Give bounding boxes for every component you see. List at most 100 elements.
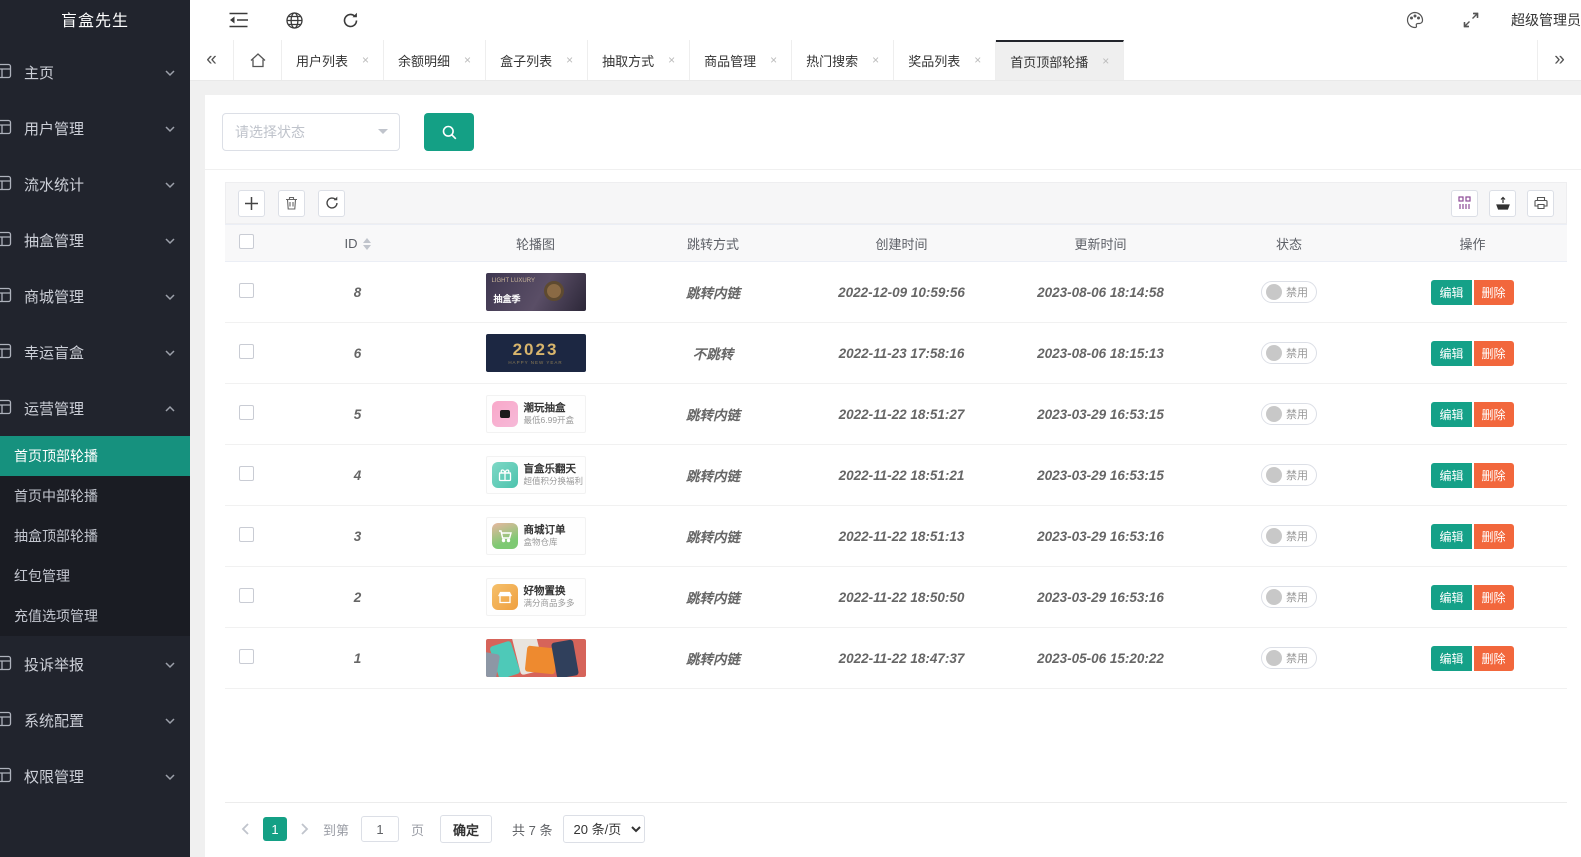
close-icon[interactable]: × [872, 53, 879, 67]
next-page-icon[interactable] [293, 817, 317, 841]
report-icon [0, 655, 14, 673]
collapse-sidebar-icon[interactable] [218, 0, 258, 40]
row-checkbox[interactable] [239, 283, 254, 298]
delete-selected-button[interactable] [278, 190, 305, 217]
edit-button[interactable]: 编辑 [1431, 524, 1471, 549]
fullscreen-icon[interactable] [1451, 0, 1491, 40]
edit-button[interactable]: 编辑 [1431, 402, 1471, 427]
action-buttons: 编辑删除 [1431, 463, 1513, 488]
row-checkbox[interactable] [239, 344, 254, 359]
row-checkbox[interactable] [239, 527, 254, 542]
action-buttons: 编辑删除 [1431, 646, 1513, 671]
created-time-value-cell: 2022-11-22 18:51:27 [802, 384, 1001, 445]
row-checkbox[interactable] [239, 466, 254, 481]
page-number-button[interactable]: 1 [263, 817, 287, 841]
sidebar-subitem[interactable]: 红包管理 [0, 556, 190, 596]
language-globe-icon[interactable] [274, 0, 314, 40]
print-button[interactable] [1527, 190, 1554, 217]
edit-button[interactable]: 编辑 [1431, 341, 1471, 366]
sidebar-subitem[interactable]: 首页中部轮播 [0, 476, 190, 516]
goto-confirm-button[interactable]: 确定 [440, 815, 492, 843]
tab-用户列表[interactable]: 用户列表× [282, 40, 384, 80]
tabs-scroll-right-icon[interactable]: » [1537, 40, 1581, 80]
sidebar-item-7[interactable]: 运营管理 [0, 380, 190, 436]
edit-button[interactable]: 编辑 [1431, 463, 1471, 488]
status-toggle[interactable]: 禁用 [1261, 647, 1317, 669]
delete-button[interactable]: 删除 [1474, 524, 1514, 549]
row-checkbox[interactable] [239, 588, 254, 603]
delete-button[interactable]: 删除 [1474, 585, 1514, 610]
tabbar: « 用户列表×余额明细×盒子列表×抽取方式×商品管理×热门搜索×奖品列表×首页顶… [190, 40, 1581, 81]
sidebar-item-6[interactable]: 幸运盲盒 [0, 324, 190, 380]
delete-button[interactable]: 删除 [1474, 341, 1514, 366]
page-size-select[interactable]: 20 条/页 [563, 815, 645, 843]
sidebar-item-9[interactable]: 系统配置 [0, 692, 190, 748]
sidebar-item-2[interactable]: 用户管理 [0, 100, 190, 156]
sidebar-item-5[interactable]: 商城管理 [0, 268, 190, 324]
sidebar-item-8[interactable]: 投诉举报 [0, 636, 190, 692]
row-checkbox[interactable] [239, 405, 254, 420]
status-toggle[interactable]: 禁用 [1261, 586, 1317, 608]
sidebar-item-1[interactable]: 主页 [0, 44, 190, 100]
sidebar-item-3[interactable]: 流水统计 [0, 156, 190, 212]
refresh-icon[interactable] [330, 0, 370, 40]
delete-button[interactable]: 删除 [1474, 280, 1514, 305]
select-all-checkbox[interactable] [239, 234, 254, 249]
delete-button[interactable]: 删除 [1474, 402, 1514, 427]
current-user[interactable]: 超级管理员 [1511, 10, 1581, 30]
tab-抽取方式[interactable]: 抽取方式× [588, 40, 690, 80]
banner-title: 好物置换 [524, 585, 575, 598]
add-button[interactable] [238, 190, 265, 217]
status-toggle[interactable]: 禁用 [1261, 403, 1317, 425]
refresh-table-button[interactable] [318, 190, 345, 217]
sidebar-item-label: 运营管理 [24, 398, 164, 419]
tab-奖品列表[interactable]: 奖品列表× [894, 40, 996, 80]
export-button[interactable] [1489, 190, 1516, 217]
close-icon[interactable]: × [464, 53, 471, 67]
tab-盒子列表[interactable]: 盒子列表× [486, 40, 588, 80]
edit-button[interactable]: 编辑 [1431, 585, 1471, 610]
sort-icon[interactable] [363, 238, 371, 250]
tab-商品管理[interactable]: 商品管理× [690, 40, 792, 80]
sidebar-item-10[interactable]: 权限管理 [0, 748, 190, 804]
close-icon[interactable]: × [1102, 54, 1109, 68]
goto-page-input[interactable] [361, 816, 399, 842]
tab-label: 热门搜索 [806, 51, 858, 70]
edit-button[interactable]: 编辑 [1431, 646, 1471, 671]
refresh-icon [325, 196, 339, 210]
banner-subtitle: 超值积分换福利 [524, 476, 584, 487]
home-tab-icon[interactable] [234, 40, 282, 80]
theme-palette-icon[interactable] [1395, 0, 1435, 40]
close-icon[interactable]: × [566, 53, 573, 67]
status-toggle[interactable]: 禁用 [1261, 342, 1317, 364]
tab-首页顶部轮播[interactable]: 首页顶部轮播× [996, 40, 1124, 80]
close-icon[interactable]: × [770, 53, 777, 67]
status-toggle[interactable]: 禁用 [1261, 464, 1317, 486]
status-filter-select[interactable]: 请选择状态 [222, 113, 400, 151]
delete-button[interactable]: 删除 [1474, 463, 1514, 488]
close-icon[interactable]: × [974, 53, 981, 67]
sidebar-subitem[interactable]: 充值选项管理 [0, 596, 190, 636]
column-settings-button[interactable] [1451, 190, 1478, 217]
sidebar-item-4[interactable]: 抽盒管理 [0, 212, 190, 268]
search-button[interactable] [424, 113, 474, 151]
sidebar-subitem[interactable]: 抽盒顶部轮播 [0, 516, 190, 556]
row-checkbox[interactable] [239, 649, 254, 664]
tab-余额明细[interactable]: 余额明细× [384, 40, 486, 80]
tabs-scroll-left-icon[interactable]: « [190, 40, 234, 80]
close-icon[interactable]: × [668, 53, 675, 67]
table-row: 4盲盒乐翻天超值积分换福利跳转内链2022-11-22 18:51:212023… [225, 445, 1567, 506]
updated-time-value: 2023-03-29 16:53:16 [1037, 529, 1164, 544]
banner-cell [447, 628, 624, 689]
sidebar-subitem[interactable]: 首页顶部轮播 [0, 436, 190, 476]
edit-button[interactable]: 编辑 [1431, 280, 1471, 305]
delete-button[interactable]: 删除 [1474, 646, 1514, 671]
settings-icon [0, 711, 14, 729]
status-toggle[interactable]: 禁用 [1261, 525, 1317, 547]
status-toggle[interactable]: 禁用 [1261, 281, 1317, 303]
tab-热门搜索[interactable]: 热门搜索 × [792, 40, 894, 80]
close-icon[interactable]: × [362, 53, 369, 67]
prev-page-icon[interactable] [233, 817, 257, 841]
toggle-dot [1266, 345, 1282, 361]
created-time-value-cell: 2022-11-22 18:47:37 [802, 628, 1001, 689]
